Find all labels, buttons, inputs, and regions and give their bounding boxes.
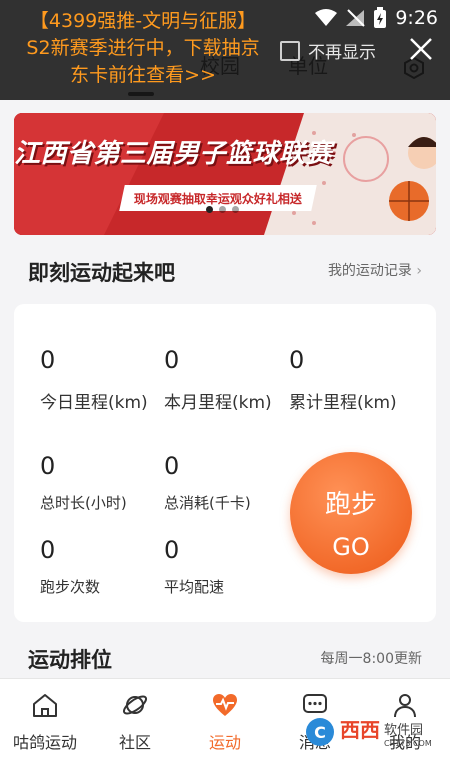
stat-value: 0: [40, 452, 56, 480]
exercise-section-title: 即刻运动起来吧: [28, 261, 175, 285]
push-notification[interactable]: 【4399强推-文明与征服】 S2新赛季进行中，下载抽京 东卡前往查看>> 不再…: [0, 0, 450, 100]
stat-duration: 0 总时长(小时): [40, 452, 127, 513]
nav-item-sport[interactable]: 运动: [180, 679, 270, 760]
notification-line: 东卡前往查看>>: [70, 64, 216, 86]
banner-title: 江西省第三届男子篮球联赛: [14, 139, 333, 169]
status-time: 9:26: [395, 7, 438, 29]
my-records-link[interactable]: 我的运动记录 ›: [328, 260, 422, 280]
svg-text:软件园: 软件园: [384, 723, 423, 738]
notification-text[interactable]: 【4399强推-文明与征服】 S2新赛季进行中，下载抽京 东卡前往查看>>: [8, 8, 278, 89]
nav-item-home[interactable]: 咕鸽运动: [0, 679, 90, 760]
banner-pager[interactable]: [206, 206, 239, 213]
checkbox-label: 不再显示: [308, 43, 376, 63]
stat-value: 0: [164, 452, 180, 480]
svg-text:西西: 西西: [340, 718, 380, 742]
notification-line: 【4399强推-文明与征服】: [29, 10, 257, 32]
run-button-go: GO: [332, 533, 370, 561]
ranking-update-note: 每周一8:00更新: [320, 651, 422, 667]
my-records-label: 我的运动记录: [327, 263, 412, 279]
stat-total-km: 0 累计里程(km): [289, 346, 397, 413]
ranking-section-title: 运动排位: [28, 648, 112, 672]
stat-label: 总消耗(千卡): [164, 494, 251, 512]
dont-show-again-checkbox[interactable]: 不再显示: [280, 38, 376, 63]
chevron-right-icon: ›: [416, 263, 422, 279]
promo-banner[interactable]: 江西省第三届男子篮球联赛 现场观赛抽取幸运观众好礼相送: [14, 113, 436, 235]
stat-value: 0: [164, 346, 180, 374]
close-icon[interactable]: [406, 34, 436, 64]
stat-label: 总时长(小时): [40, 494, 127, 512]
nav-label: 社区: [118, 733, 151, 752]
stat-calories: 0 总消耗(千卡): [164, 452, 251, 513]
nav-item-community[interactable]: 社区: [90, 679, 180, 760]
stat-month-km: 0 本月里程(km): [164, 346, 272, 413]
no-signal-icon: [346, 9, 366, 27]
run-button-label: 跑步: [324, 490, 377, 520]
stat-value: 0: [40, 536, 56, 564]
heartbeat-icon: [213, 694, 237, 716]
planet-icon: [122, 695, 148, 715]
checkbox-box[interactable]: [280, 40, 300, 61]
pager-dot-active[interactable]: [206, 206, 213, 213]
notification-line: S2新赛季进行中，下载抽京: [26, 37, 260, 59]
stat-label: 平均配速: [164, 578, 225, 596]
status-bar: 9:26: [315, 6, 438, 30]
nav-label: 咕鸽运动: [12, 733, 77, 752]
banner-background: [14, 113, 436, 235]
svg-text:CR173.COM: CR173.COM: [384, 739, 432, 748]
banner-subtitle: 现场观赛抽取幸运观众好礼相送: [134, 191, 303, 206]
battery-charging-icon: [374, 7, 387, 28]
svg-text:C: C: [314, 723, 326, 742]
pager-dot[interactable]: [219, 206, 226, 213]
stat-today-km: 0 今日里程(km): [40, 346, 148, 413]
stat-label: 累计里程(km): [289, 393, 397, 413]
watermark-logo: C 西西 软件园 CR173.COM: [306, 718, 432, 748]
stat-value: 0: [164, 536, 180, 564]
stat-runs: 0 跑步次数: [40, 536, 100, 597]
stat-label: 跑步次数: [40, 578, 101, 596]
pager-dot[interactable]: [232, 206, 239, 213]
stat-value: 0: [289, 346, 305, 374]
stat-pace: 0 平均配速: [164, 536, 224, 597]
home-icon: [33, 694, 57, 717]
stat-value: 0: [40, 346, 56, 374]
stat-label: 本月里程(km): [164, 393, 272, 413]
wifi-icon: [315, 9, 338, 26]
nav-label: 运动: [208, 733, 241, 752]
start-run-button[interactable]: 跑步 GO: [290, 452, 412, 574]
stat-label: 今日里程(km): [40, 393, 148, 413]
